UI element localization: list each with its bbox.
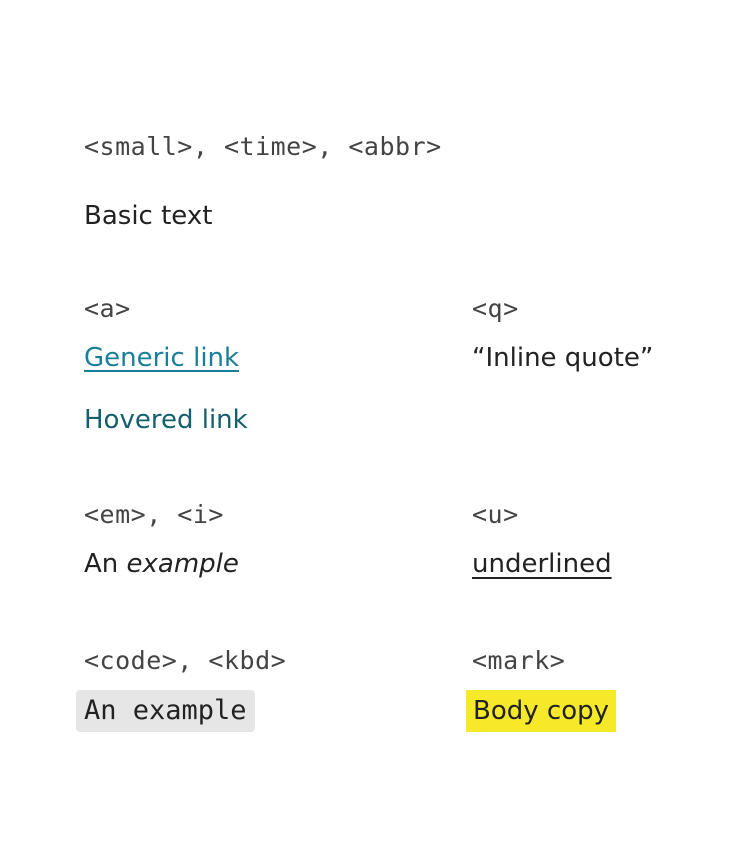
mark-highlight: Body copy [466,690,616,732]
tag-label-mark: <mark> [472,646,566,675]
tag-label-small-time-abbr: <small>, <time>, <abbr> [84,132,442,161]
inline-quote: “Inline quote” [472,343,654,373]
emphasis-plain-text: An [84,549,119,579]
code-example: An example [76,690,255,732]
hovered-link[interactable]: Hovered link [84,404,248,436]
emphasis-italic-text: example [126,549,239,579]
basic-text: Basic text [84,201,213,231]
tag-label-a: <a> [84,294,131,323]
tag-label-code-kbd: <code>, <kbd> [84,646,287,675]
tag-label-em-i: <em>, <i> [84,500,224,529]
tag-label-u: <u> [472,500,519,529]
underlined-text: underlined [472,549,612,579]
tag-label-q: <q> [472,294,519,323]
emphasis-example: An example [84,548,239,580]
generic-link[interactable]: Generic link [84,342,239,374]
